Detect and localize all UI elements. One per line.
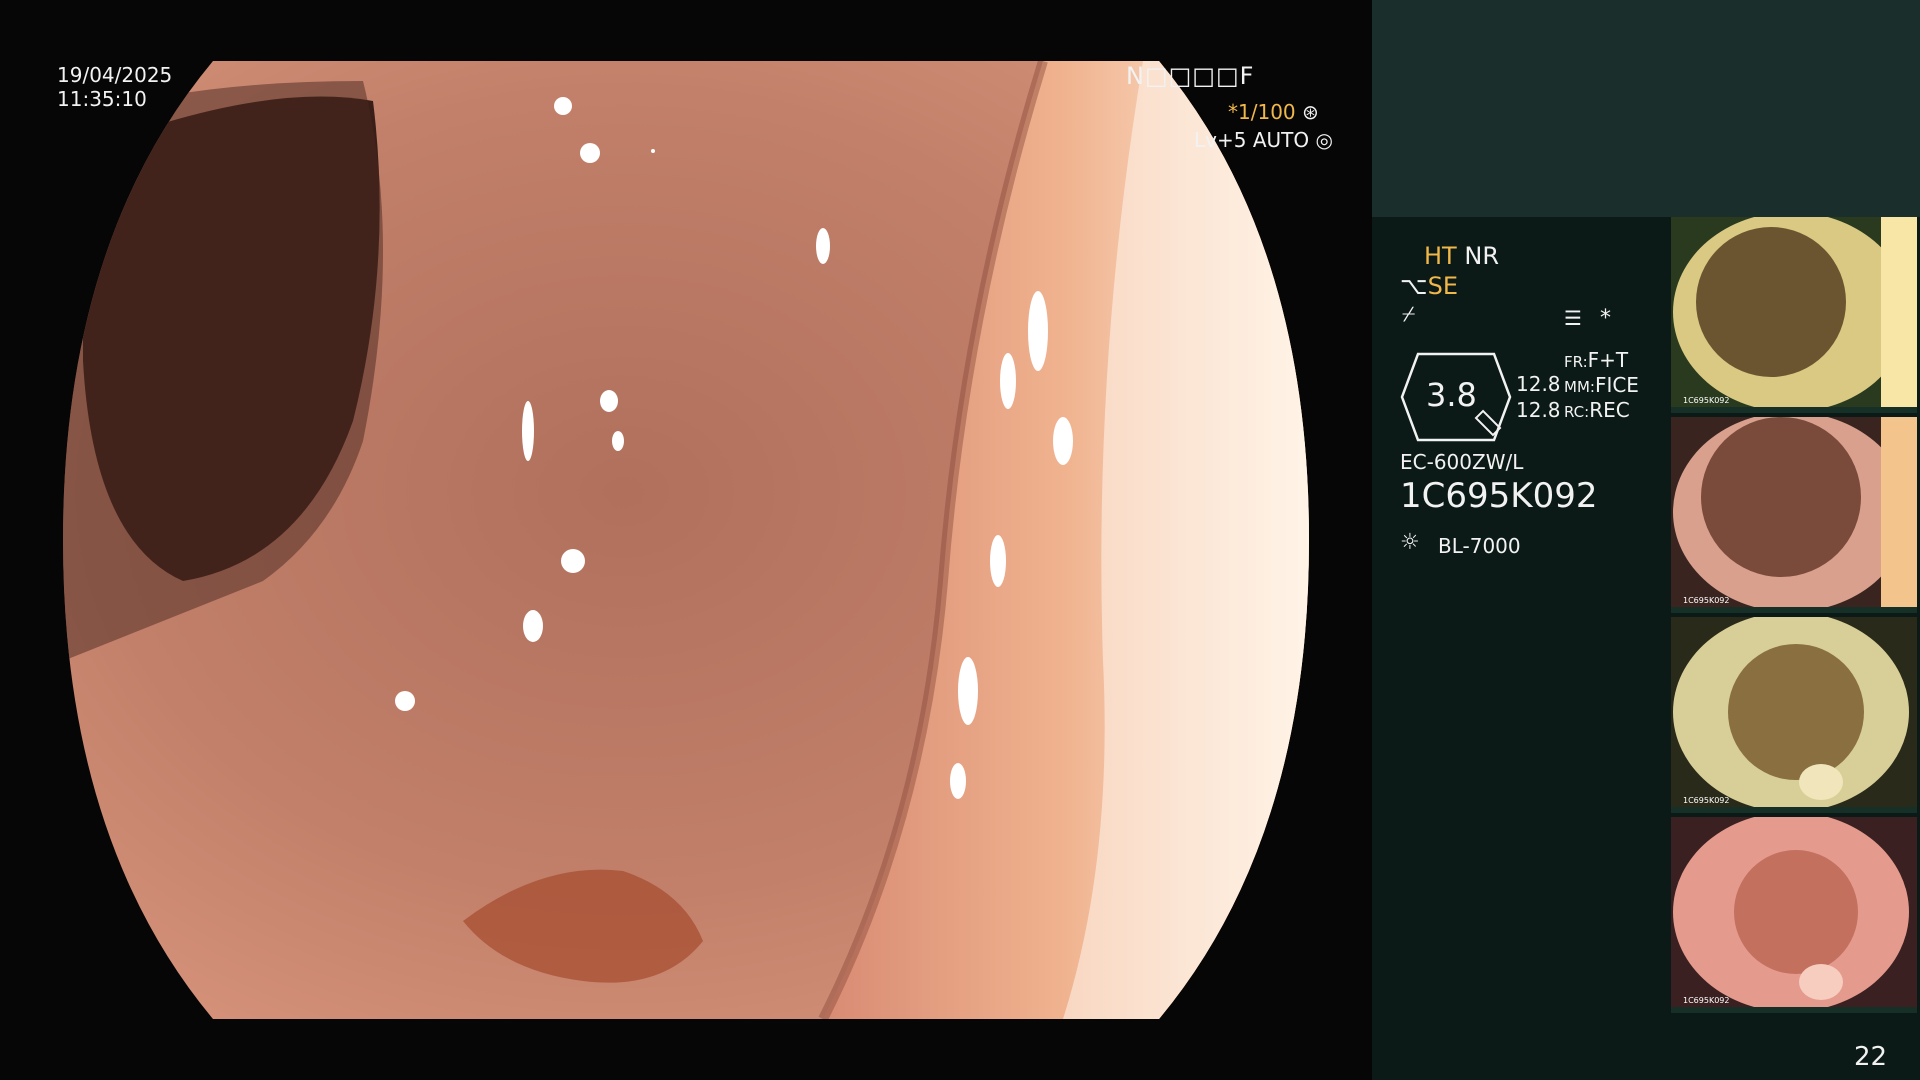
ht-nr-row: HT NR (1424, 242, 1499, 270)
thumb-serial: 1C695K092 (1683, 596, 1729, 605)
light-source: BL-7000 (1438, 534, 1521, 558)
thumb-serial: 1C695K092 (1683, 796, 1729, 805)
info-panel-header (1372, 0, 1920, 217)
shutter-text: *1/100 (1228, 100, 1296, 124)
value-2: 12.8 (1516, 398, 1561, 422)
mm-value: FICE (1594, 373, 1639, 397)
value-1: 12.8 (1516, 372, 1561, 396)
rc-row: RC:REC (1564, 398, 1630, 422)
nr-label: NR (1464, 242, 1499, 270)
scope-model: EC-600ZW/L (1400, 450, 1524, 474)
fr-value: F+T (1587, 348, 1629, 372)
fr-row: FR:F+T (1564, 348, 1628, 372)
level-label: Lv+5 AUTO ◎ (1194, 128, 1333, 152)
date-label: 19/04/2025 (57, 63, 173, 87)
scope-tip-icon: ⌥ (1400, 272, 1428, 300)
shutter-label: *1/100 ⊛ (1228, 100, 1319, 124)
patient-code: N□□□□F (1126, 62, 1255, 90)
rc-label: RC: (1564, 403, 1590, 421)
thumbnail-3[interactable]: 1C695K092 (1671, 617, 1917, 813)
freeze-icon: ⌿ (1402, 302, 1416, 327)
rc-value: REC (1589, 398, 1630, 422)
asterisk-label: * (1600, 306, 1611, 331)
time-label: 11:35:10 (57, 87, 147, 111)
thumb-serial: 1C695K092 (1683, 396, 1729, 405)
thumbnail-1[interactable]: 1C695K092 (1671, 217, 1917, 413)
se-label: SE (1427, 272, 1459, 300)
fr-label: FR: (1564, 353, 1588, 371)
scope-serial: 1C695K092 (1400, 476, 1598, 516)
level-text: Lv+5 AUTO (1194, 128, 1310, 152)
thumbnail-2[interactable]: 1C695K092 (1671, 417, 1917, 613)
ht-label: HT (1424, 242, 1457, 270)
mm-label: MM: (1564, 378, 1595, 396)
mm-row: MM:FICE (1564, 373, 1639, 397)
menu-icon: ☰ (1564, 306, 1582, 330)
endoscope-view-area: 19/04/2025 11:35:10 N□□□□F *1/100 ⊛ Lv+5… (0, 0, 1372, 1080)
thumbnail-4[interactable]: 1C695K092 (1671, 817, 1917, 1013)
magnification-value: 3.8 (1426, 376, 1477, 414)
se-row: ⌥SE (1400, 272, 1458, 300)
timestamp: 19/04/2025 11:35:10 (57, 63, 172, 111)
endoscope-image (63, 61, 1309, 1019)
iris-icon: ◎ (1315, 128, 1333, 152)
aperture-icon: ⊛ (1302, 100, 1319, 124)
thumb-serial: 1C695K092 (1683, 996, 1729, 1005)
page-number: 22 (1854, 1042, 1888, 1072)
lamp-icon: ☼ (1400, 530, 1420, 555)
